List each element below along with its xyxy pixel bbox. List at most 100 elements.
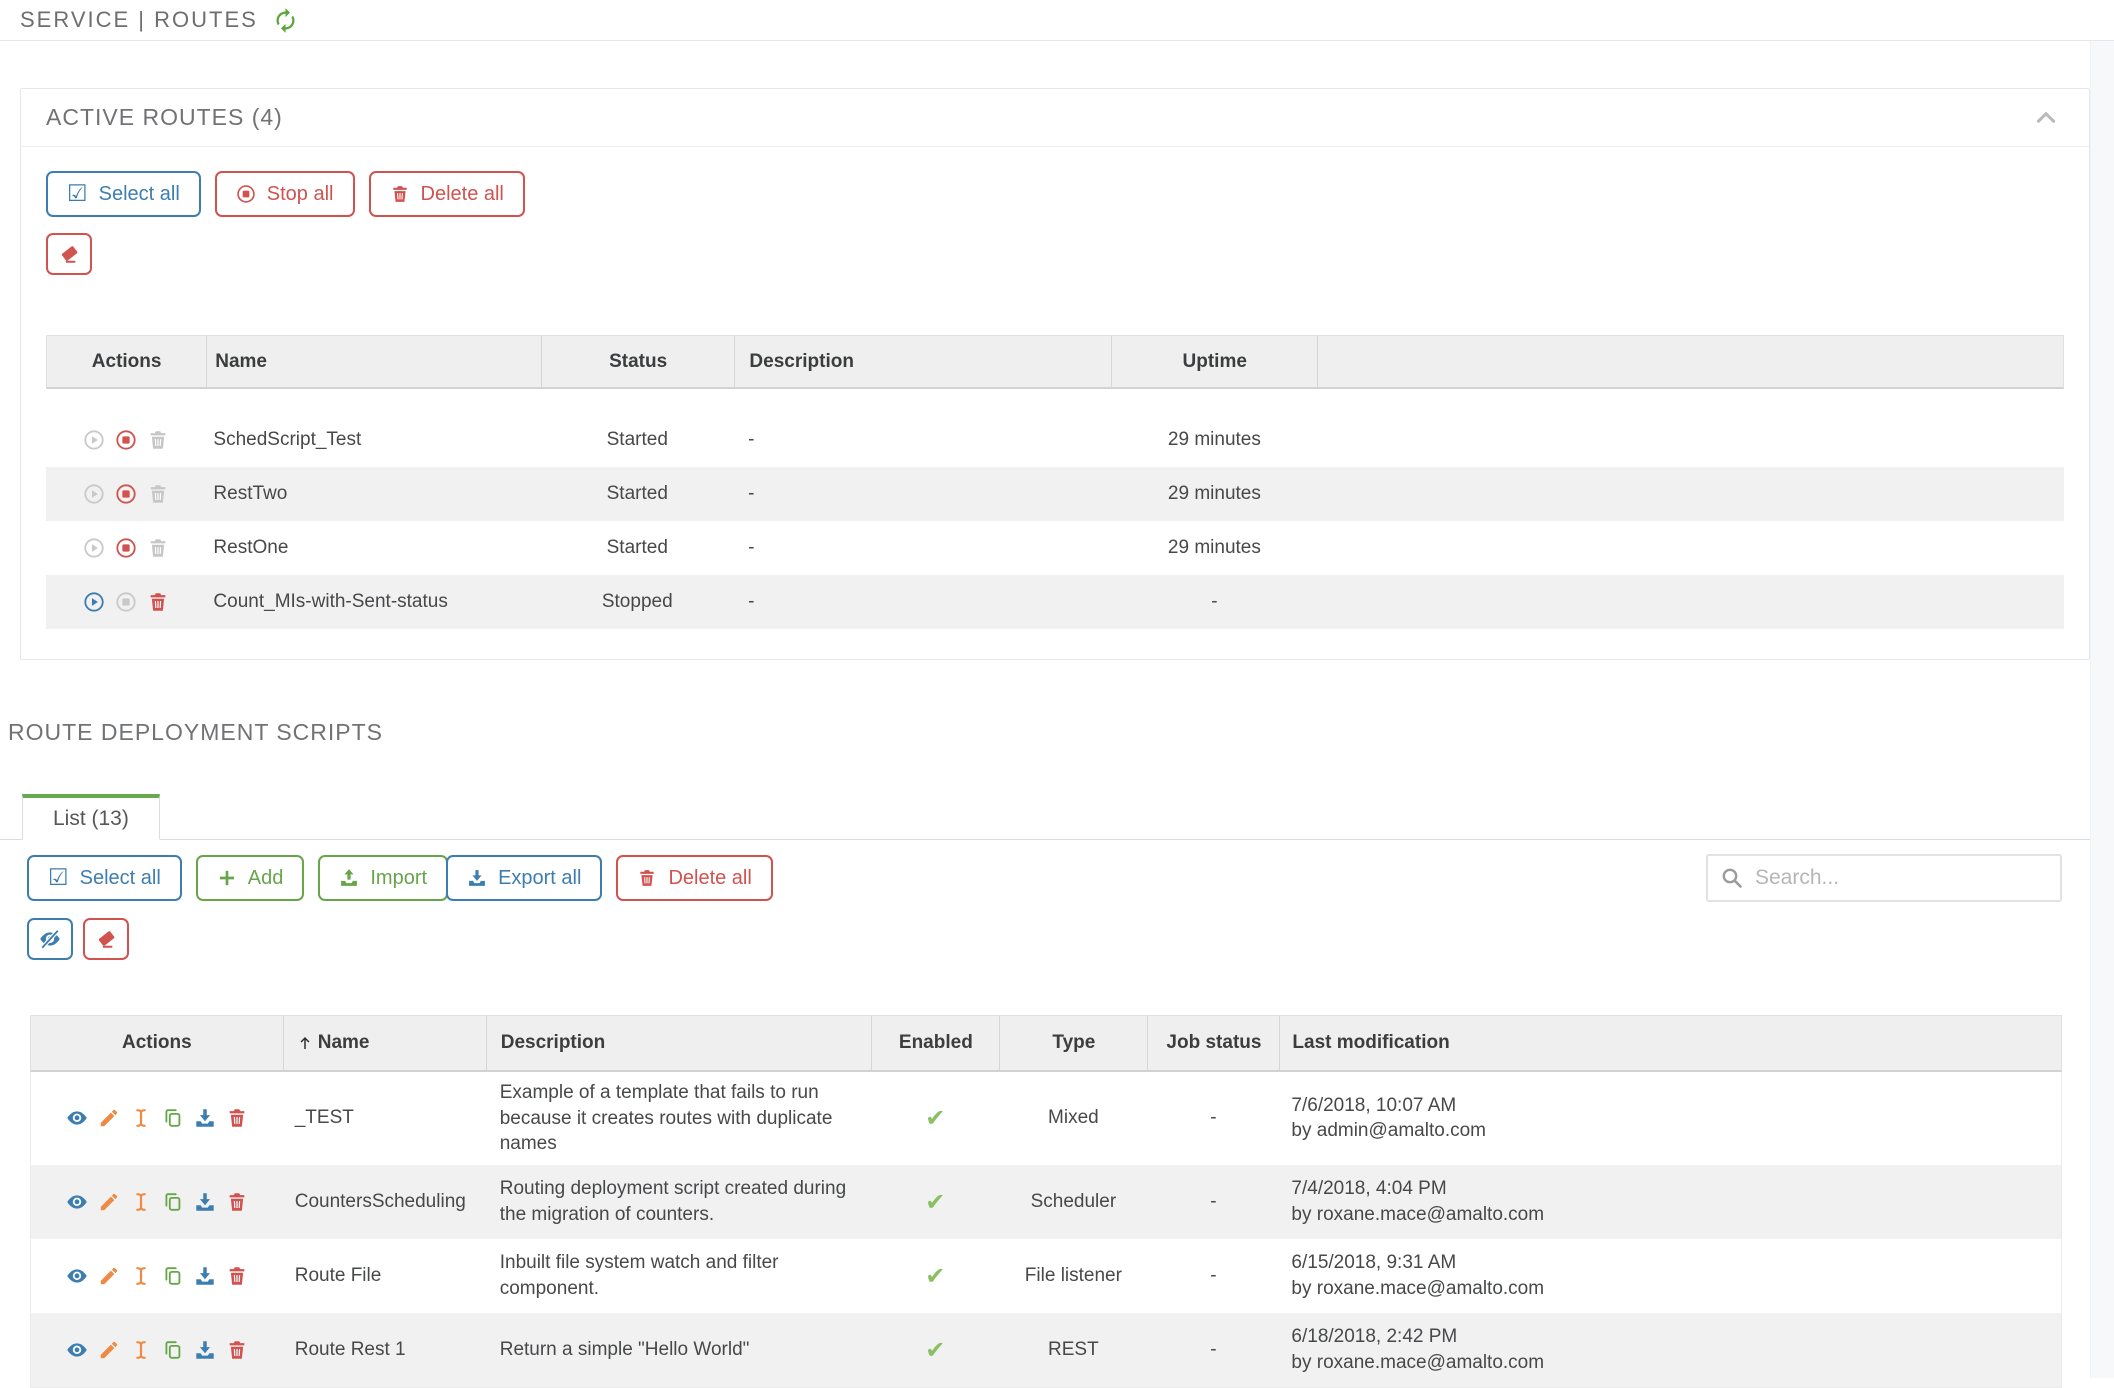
view-eye-icon[interactable] xyxy=(66,1265,88,1287)
script-actions xyxy=(31,1191,283,1213)
duplicate-copy-icon[interactable] xyxy=(162,1339,184,1361)
add-label: Add xyxy=(248,867,284,890)
route-uptime: 29 minutes xyxy=(1111,537,1317,559)
delete-all-label: Delete all xyxy=(668,867,751,890)
delete-all-routes-button[interactable]: Delete all xyxy=(369,171,525,217)
enabled-check-icon: ✔ xyxy=(925,1336,945,1364)
trash-icon xyxy=(147,483,169,505)
rename-ibeam-icon[interactable] xyxy=(130,1339,152,1361)
column-header-last-modification[interactable]: Last modification xyxy=(1279,1016,2061,1070)
stop-all-label: Stop all xyxy=(267,183,334,206)
export-download-icon[interactable] xyxy=(194,1107,216,1129)
stop-icon[interactable] xyxy=(115,483,137,505)
column-header-uptime[interactable]: Uptime xyxy=(1111,336,1317,387)
edit-pencil-icon[interactable] xyxy=(98,1107,120,1129)
page-title: SERVICE | ROUTES xyxy=(20,7,258,33)
select-all-routes-button[interactable]: ☑ Select all xyxy=(46,171,201,217)
script-description: Return a simple "Hello World" xyxy=(486,1337,872,1363)
delete-trash-icon[interactable] xyxy=(226,1191,248,1213)
column-header-status[interactable]: Status xyxy=(541,336,735,387)
rename-ibeam-icon[interactable] xyxy=(130,1265,152,1287)
export-download-icon[interactable] xyxy=(194,1191,216,1213)
trash-icon[interactable] xyxy=(147,591,169,613)
play-icon xyxy=(83,537,105,559)
export-download-icon[interactable] xyxy=(194,1339,216,1361)
search-icon xyxy=(1720,866,1744,890)
edit-pencil-icon[interactable] xyxy=(98,1265,120,1287)
active-routes-panel-header: ACTIVE ROUTES (4) xyxy=(21,89,2089,147)
edit-pencil-icon[interactable] xyxy=(98,1191,120,1213)
column-header-name[interactable]: Name xyxy=(206,336,541,387)
download-icon xyxy=(467,868,487,888)
script-row: Route File Inbuilt file system watch and… xyxy=(31,1239,2061,1313)
delete-trash-icon[interactable] xyxy=(226,1339,248,1361)
view-eye-icon[interactable] xyxy=(66,1107,88,1129)
route-actions xyxy=(46,591,205,613)
modified-date: 6/18/2018, 2:42 PM xyxy=(1291,1324,2061,1350)
column-header-job-status[interactable]: Job status xyxy=(1147,1016,1279,1070)
delete-trash-icon[interactable] xyxy=(226,1265,248,1287)
export-all-button[interactable]: Export all xyxy=(446,855,602,901)
route-row: RestOne Started - 29 minutes xyxy=(46,521,2064,575)
page-header: SERVICE | ROUTES xyxy=(0,0,2114,41)
add-script-button[interactable]: Add xyxy=(196,855,305,901)
eraser-icon xyxy=(95,928,117,950)
clear-selection-button[interactable] xyxy=(46,233,92,275)
route-status: Started xyxy=(540,537,734,559)
rename-ibeam-icon[interactable] xyxy=(130,1107,152,1129)
eraser-icon xyxy=(58,243,80,265)
column-header-type[interactable]: Type xyxy=(999,1016,1147,1070)
route-status: Started xyxy=(540,483,734,505)
duplicate-copy-icon[interactable] xyxy=(162,1265,184,1287)
script-actions xyxy=(31,1265,283,1287)
script-last-modification: 7/4/2018, 4:04 PM by roxane.mace@amalto.… xyxy=(1279,1176,2061,1227)
select-all-scripts-button[interactable]: ☑ Select all xyxy=(27,855,182,901)
view-eye-icon[interactable] xyxy=(66,1339,88,1361)
route-actions xyxy=(46,429,205,451)
collapse-chevron-up-icon[interactable] xyxy=(2033,105,2059,131)
script-job-status: - xyxy=(1147,1265,1279,1287)
route-description: - xyxy=(734,591,1111,613)
route-row: RestTwo Started - 29 minutes xyxy=(46,467,2064,521)
search-input[interactable] xyxy=(1753,865,2048,891)
duplicate-copy-icon[interactable] xyxy=(162,1107,184,1129)
toggle-visibility-button[interactable] xyxy=(27,918,73,960)
import-label: Import xyxy=(370,867,427,890)
stop-all-routes-button[interactable]: Stop all xyxy=(215,171,355,217)
clear-selection-button[interactable] xyxy=(83,918,129,960)
script-row: _TEST Example of a template that fails t… xyxy=(31,1072,2061,1165)
refresh-icon[interactable] xyxy=(272,7,299,34)
stop-icon[interactable] xyxy=(115,537,137,559)
script-type: Mixed xyxy=(999,1107,1147,1129)
delete-trash-icon[interactable] xyxy=(226,1107,248,1129)
column-header-actions: Actions xyxy=(31,1016,283,1070)
edit-pencil-icon[interactable] xyxy=(98,1339,120,1361)
script-job-status: - xyxy=(1147,1191,1279,1213)
trash-icon xyxy=(147,537,169,559)
export-download-icon[interactable] xyxy=(194,1265,216,1287)
column-header-description[interactable]: Description xyxy=(734,336,1111,387)
rename-ibeam-icon[interactable] xyxy=(130,1191,152,1213)
route-description: - xyxy=(734,537,1111,559)
column-header-description[interactable]: Description xyxy=(486,1016,872,1070)
checkbox-checked-icon: ☑ xyxy=(48,867,69,890)
script-row: Route Rest 1 Return a simple "Hello Worl… xyxy=(31,1313,2061,1387)
route-actions xyxy=(46,483,205,505)
script-type: File listener xyxy=(999,1265,1147,1287)
column-header-enabled[interactable]: Enabled xyxy=(871,1016,999,1070)
import-button[interactable]: Import xyxy=(318,855,448,901)
stop-circle-icon xyxy=(236,184,256,204)
delete-all-scripts-button[interactable]: Delete all xyxy=(616,855,772,901)
scripts-table: Actions Name Description Enabled Type Jo… xyxy=(30,1015,2062,1388)
script-type: Scheduler xyxy=(999,1191,1147,1213)
view-eye-icon[interactable] xyxy=(66,1191,88,1213)
tab-list[interactable]: List (13) xyxy=(22,794,160,840)
script-row: CountersScheduling Routing deployment sc… xyxy=(31,1165,2061,1239)
stop-icon[interactable] xyxy=(115,429,137,451)
duplicate-copy-icon[interactable] xyxy=(162,1191,184,1213)
play-icon[interactable] xyxy=(83,591,105,613)
column-header-name[interactable]: Name xyxy=(283,1016,486,1070)
script-job-status: - xyxy=(1147,1107,1279,1129)
sort-ascending-icon xyxy=(296,1034,314,1052)
trash-icon xyxy=(147,429,169,451)
